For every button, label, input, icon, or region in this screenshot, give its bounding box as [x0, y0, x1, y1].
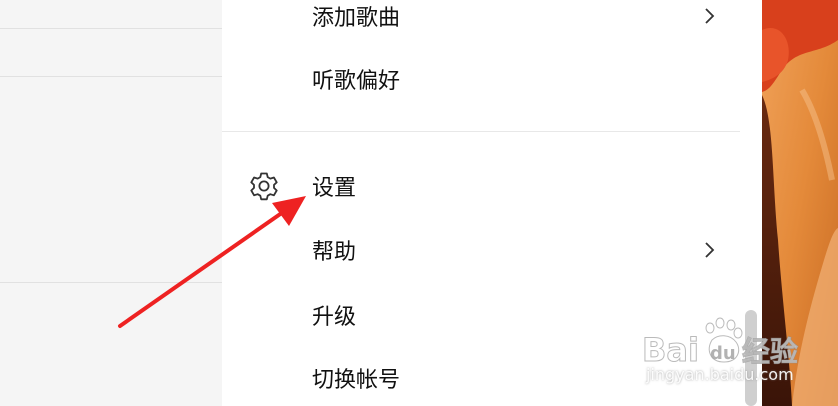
chevron-right-icon: [705, 8, 715, 24]
menu-item-help[interactable]: 帮助: [222, 222, 740, 278]
left-panel: [0, 0, 222, 406]
menu-item-settings[interactable]: 设置: [222, 158, 740, 214]
divider-line: [0, 282, 222, 283]
menu-item-upgrade[interactable]: 升级: [222, 287, 740, 343]
menu-item-label: 切换帐号: [312, 368, 401, 393]
context-menu: 添加歌曲 听歌偏好 设置 帮助 升级 切换帐号: [222, 0, 740, 406]
menu-item-label: 升级: [312, 305, 357, 330]
menu-item-add-songs[interactable]: 添加歌曲: [222, 0, 740, 44]
gear-icon: [250, 172, 278, 201]
scrollbar-thumb[interactable]: [745, 310, 757, 406]
divider-line: [0, 28, 222, 29]
watermark-url: jingyan.baidu.com: [646, 365, 794, 384]
artwork-image: [762, 0, 838, 406]
menu-item-label: 听歌偏好: [312, 69, 401, 94]
menu-item-listening-preferences[interactable]: 听歌偏好: [222, 51, 740, 107]
menu-item-label: 添加歌曲: [312, 6, 401, 31]
menu-item-label: 帮助: [312, 240, 357, 265]
divider-line: [0, 76, 222, 77]
menu-item-label: 设置: [312, 176, 357, 201]
chevron-right-icon: [705, 242, 715, 258]
menu-divider: [222, 131, 740, 132]
background-artwork: [762, 0, 838, 406]
